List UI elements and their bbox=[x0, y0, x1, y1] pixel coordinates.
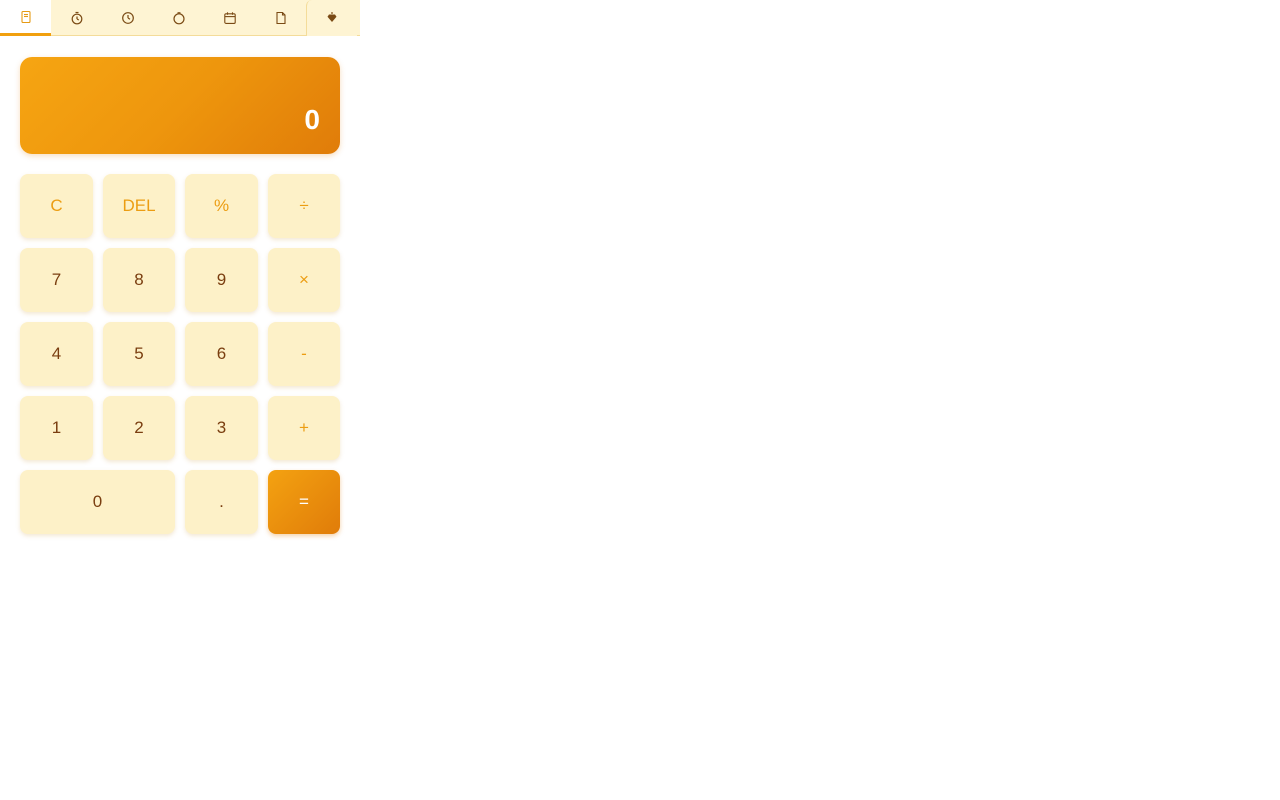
keypad: C DEL % ÷ 7 8 9 × 4 5 6 - 1 2 3 + 0 . = bbox=[20, 174, 340, 534]
equals-button[interactable]: = bbox=[268, 470, 340, 534]
digit-6-button[interactable]: 6 bbox=[185, 322, 258, 386]
digit-5-button[interactable]: 5 bbox=[103, 322, 175, 386]
digit-7-button[interactable]: 7 bbox=[20, 248, 93, 312]
digit-2-button[interactable]: 2 bbox=[103, 396, 175, 460]
digit-8-button[interactable]: 8 bbox=[103, 248, 175, 312]
tab-clock[interactable] bbox=[102, 0, 153, 36]
tab-notebook[interactable] bbox=[0, 0, 51, 36]
clock-icon bbox=[121, 12, 134, 24]
document-icon bbox=[275, 11, 286, 25]
digit-4-button[interactable]: 4 bbox=[20, 322, 93, 386]
digit-0-button[interactable]: 0 bbox=[20, 470, 175, 534]
tab-calendar[interactable] bbox=[204, 0, 255, 36]
percent-button[interactable]: % bbox=[185, 174, 258, 238]
calculator-display: 0 bbox=[20, 57, 340, 154]
digit-1-button[interactable]: 1 bbox=[20, 396, 93, 460]
delete-button[interactable]: DEL bbox=[103, 174, 175, 238]
subtract-button[interactable]: - bbox=[268, 322, 340, 386]
diamond-icon bbox=[327, 12, 337, 22]
multiply-button[interactable]: × bbox=[268, 248, 340, 312]
calendar-icon bbox=[223, 12, 236, 24]
divide-button[interactable]: ÷ bbox=[268, 174, 340, 238]
notebook-icon bbox=[20, 10, 31, 23]
display-value: 0 bbox=[304, 104, 320, 135]
timer-icon bbox=[172, 12, 185, 25]
calculator-app: 0 C DEL % ÷ 7 8 9 × 4 5 6 - 1 2 3 + 0 . … bbox=[0, 0, 360, 800]
stopwatch-icon bbox=[71, 11, 82, 25]
decimal-button[interactable]: . bbox=[185, 470, 258, 534]
tab-timer[interactable] bbox=[153, 0, 204, 36]
tab-bar bbox=[0, 0, 360, 36]
add-button[interactable]: + bbox=[268, 396, 340, 460]
tab-premium[interactable] bbox=[306, 0, 357, 36]
tab-stopwatch[interactable] bbox=[51, 0, 102, 36]
clear-button[interactable]: C bbox=[20, 174, 93, 238]
tab-document[interactable] bbox=[255, 0, 306, 36]
digit-9-button[interactable]: 9 bbox=[185, 248, 258, 312]
digit-3-button[interactable]: 3 bbox=[185, 396, 258, 460]
